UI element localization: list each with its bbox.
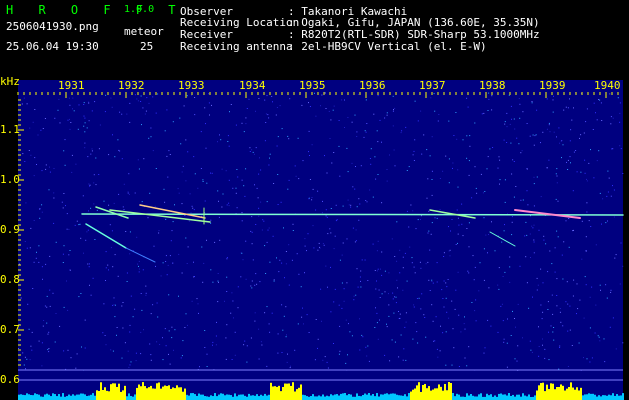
spectrogram-overlay	[17, 92, 624, 400]
meteor-trace	[139, 204, 206, 219]
meteor-trace	[125, 247, 156, 263]
meteor-trace	[514, 209, 581, 219]
meteor-trace	[95, 206, 129, 219]
activity-bar	[18, 382, 624, 400]
axis-ticks	[17, 92, 619, 371]
meteor-traces	[81, 204, 624, 263]
noise-speckle	[18, 92, 624, 371]
meteor-trace	[85, 223, 127, 249]
